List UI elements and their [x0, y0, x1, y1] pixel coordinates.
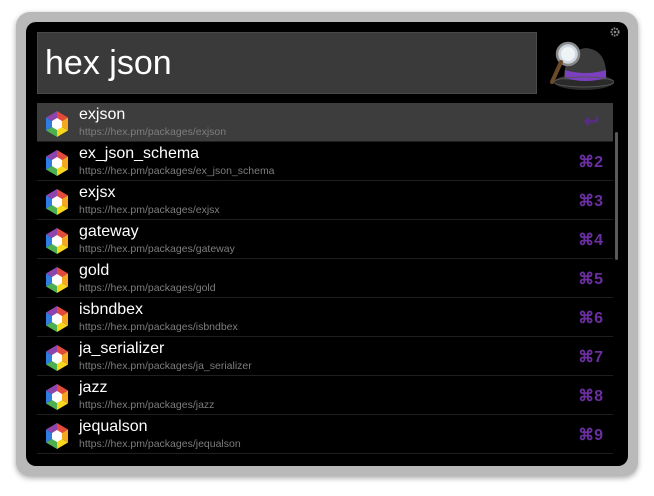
hex-package-icon	[46, 306, 68, 332]
hex-package-icon	[46, 267, 68, 293]
result-row[interactable]: exjsx https://hex.pm/packages/exjsx ⌘3	[37, 181, 613, 220]
result-url: https://hex.pm/packages/isbndbex	[79, 321, 238, 333]
result-url: https://hex.pm/packages/gateway	[79, 243, 235, 255]
result-title: exjsx	[79, 184, 116, 201]
result-url: https://hex.pm/packages/gold	[79, 282, 216, 294]
result-shortcut: ⌘4	[578, 232, 603, 249]
result-row[interactable]: gold https://hex.pm/packages/gold ⌘5	[37, 259, 613, 298]
hex-package-icon	[46, 384, 68, 410]
result-url: https://hex.pm/packages/ex_json_schema	[79, 165, 275, 177]
result-title: ex_json_schema	[79, 145, 200, 162]
result-row[interactable]: jazz https://hex.pm/packages/jazz ⌘8	[37, 376, 613, 415]
hex-package-icon	[46, 150, 68, 176]
result-title: jazz	[79, 379, 108, 396]
return-shortcut: ↩	[583, 111, 599, 131]
result-title: gold	[79, 262, 110, 279]
hex-package-icon	[46, 228, 68, 254]
result-shortcut: ⌘3	[578, 193, 603, 210]
result-row[interactable]: jequalson https://hex.pm/packages/jequal…	[37, 415, 613, 454]
result-shortcut: ⌘2	[578, 154, 603, 171]
result-url: https://hex.pm/packages/exjson	[79, 126, 227, 138]
search-input[interactable]: hex json	[37, 32, 537, 94]
result-row[interactable]: gateway https://hex.pm/packages/gateway …	[37, 220, 613, 259]
results-scrollbar[interactable]	[615, 132, 618, 260]
hex-package-icon	[46, 423, 68, 449]
launcher-window: hex json exjson https://hex.pm/packages/…	[26, 22, 628, 466]
result-title: ja_serializer	[79, 340, 165, 357]
hex-package-icon	[46, 345, 68, 371]
gear-icon[interactable]	[610, 27, 620, 37]
result-shortcut: ⌘8	[578, 388, 603, 405]
hex-package-icon	[46, 189, 68, 215]
alfred-hat-icon	[550, 41, 614, 90]
result-title: gateway	[79, 223, 139, 240]
result-title: jequalson	[79, 418, 148, 435]
result-shortcut: ⌘7	[578, 349, 603, 366]
result-row[interactable]: ja_serializer https://hex.pm/packages/ja…	[37, 337, 613, 376]
result-shortcut: ⌘9	[578, 427, 603, 444]
result-shortcut: ⌘5	[578, 271, 603, 288]
result-shortcut: ⌘6	[578, 310, 603, 327]
result-row[interactable]: isbndbex https://hex.pm/packages/isbndbe…	[37, 298, 613, 337]
result-url: https://hex.pm/packages/jequalson	[79, 438, 241, 450]
result-url: https://hex.pm/packages/exjsx	[79, 204, 220, 216]
result-row[interactable]: ex_json_schema https://hex.pm/packages/e…	[37, 142, 613, 181]
result-title: isbndbex	[79, 301, 144, 318]
result-url: https://hex.pm/packages/ja_serializer	[79, 360, 252, 372]
result-url: https://hex.pm/packages/jazz	[79, 399, 215, 411]
result-title: exjson	[79, 106, 126, 123]
hex-package-icon	[46, 111, 68, 137]
results-list: exjson https://hex.pm/packages/exjson ↩ …	[37, 103, 613, 454]
result-row[interactable]: exjson https://hex.pm/packages/exjson ↩	[37, 103, 613, 142]
